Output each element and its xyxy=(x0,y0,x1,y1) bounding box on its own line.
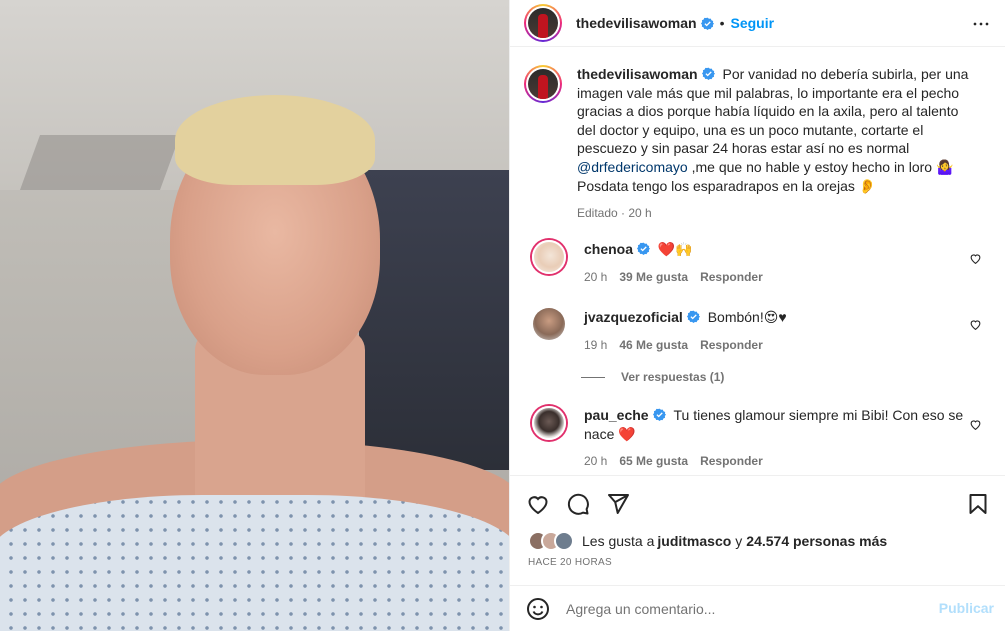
follow-button[interactable]: Seguir xyxy=(731,15,775,31)
photo-doorway xyxy=(359,170,509,470)
comment-icon[interactable] xyxy=(566,492,590,516)
caption-mention-link[interactable]: @drfedericomayo xyxy=(577,159,688,175)
heart-icon[interactable] xyxy=(526,492,550,516)
verified-icon xyxy=(701,67,715,80)
comment-like-heart-icon[interactable] xyxy=(969,318,982,331)
likes-count-link[interactable]: 24.574 personas más xyxy=(746,533,887,549)
comment-reply-button[interactable]: Responder xyxy=(700,336,763,355)
caption-text-block: thedevilisawoman Por vanidad no debería … xyxy=(577,65,977,223)
comment-avatar[interactable] xyxy=(532,240,566,274)
comment-username[interactable]: chenoa xyxy=(584,241,633,257)
post-actions-bar xyxy=(510,475,1005,531)
verified-icon xyxy=(652,408,666,421)
likes-middle: y xyxy=(735,533,743,549)
comment-item: pau_eche Tu tienes glamour siempre mi Bi… xyxy=(532,406,992,471)
photo-hair xyxy=(175,95,375,185)
photo-hospital-gown xyxy=(0,495,509,631)
comment-likes[interactable]: 46 Me gusta xyxy=(619,336,688,355)
comment-likes[interactable]: 65 Me gusta xyxy=(619,452,688,471)
caption-meta: Editado · 20 h xyxy=(577,206,652,221)
instagram-post-view: thedevilisawoman • Seguir thedevilisawom… xyxy=(0,0,1005,631)
verified-icon xyxy=(637,242,651,255)
comment-text: ❤️🙌 xyxy=(657,241,693,257)
post-header: thedevilisawoman • Seguir xyxy=(510,0,1005,47)
comment-avatar[interactable] xyxy=(533,308,565,340)
header-separator: • xyxy=(719,15,725,31)
view-replies-button[interactable]: Ver respuestas (1) xyxy=(581,370,724,384)
comment-item: chenoa ❤️🙌 20 h 39 Me gusta Responder xyxy=(532,240,992,286)
comment-reply-button[interactable]: Responder xyxy=(700,268,763,287)
post-timestamp[interactable]: HACE 20 HORAS xyxy=(528,557,612,568)
share-icon[interactable] xyxy=(606,492,630,516)
comment-item: jvazquezoficial Bombón!😍♥ 19 h 46 Me gus… xyxy=(532,308,992,354)
publish-button[interactable]: Publicar xyxy=(939,600,994,616)
verified-icon xyxy=(686,310,700,323)
comment-likes[interactable]: 39 Me gusta xyxy=(619,268,688,287)
likes-summary: Les gusta a juditmasco y 24.574 personas… xyxy=(528,531,887,551)
caption-username[interactable]: thedevilisawoman xyxy=(577,66,698,82)
comment-time[interactable]: 20 h xyxy=(584,268,607,287)
comment-time[interactable]: 20 h xyxy=(584,452,607,471)
author-username[interactable]: thedevilisawoman xyxy=(576,15,697,31)
likes-prefix: Les gusta a xyxy=(582,533,655,549)
comment-like-heart-icon[interactable] xyxy=(969,252,982,265)
emoji-icon[interactable] xyxy=(526,597,550,621)
view-replies-label: Ver respuestas (1) xyxy=(621,370,725,384)
comment-text: Bombón!😍♥ xyxy=(707,309,787,325)
liker-avatars[interactable] xyxy=(528,531,574,551)
comment-time[interactable]: 19 h xyxy=(584,336,607,355)
verified-icon xyxy=(700,17,714,30)
caption-author-avatar[interactable] xyxy=(524,65,562,103)
comment-avatar[interactable] xyxy=(532,406,566,440)
bookmark-icon[interactable] xyxy=(966,492,990,516)
replies-divider-line xyxy=(581,376,605,378)
comment-like-heart-icon[interactable] xyxy=(969,418,982,431)
likes-user-link[interactable]: juditmasco xyxy=(657,533,731,549)
comment-reply-button[interactable]: Responder xyxy=(700,452,763,471)
post-photo[interactable] xyxy=(0,0,509,631)
liker-avatar xyxy=(554,531,574,551)
photo-vent xyxy=(19,135,181,190)
comment-input[interactable] xyxy=(566,597,926,621)
comment-username[interactable]: jvazquezoficial xyxy=(584,309,683,325)
post-caption: thedevilisawoman Por vanidad no debería … xyxy=(524,65,994,223)
post-side-panel: thedevilisawoman • Seguir thedevilisawom… xyxy=(509,0,1005,631)
author-avatar[interactable] xyxy=(524,4,562,42)
add-comment-bar: Publicar xyxy=(510,585,1005,631)
more-options-icon[interactable] xyxy=(972,15,990,33)
comment-username[interactable]: pau_eche xyxy=(584,407,649,423)
